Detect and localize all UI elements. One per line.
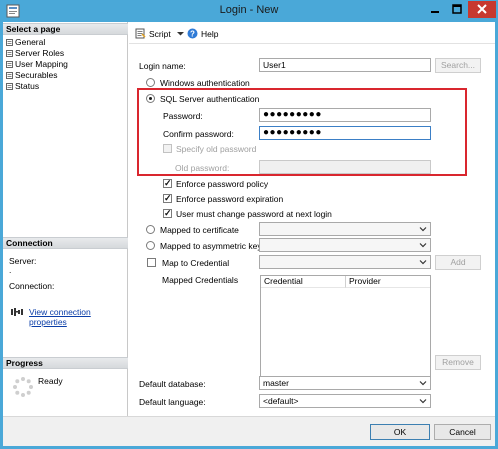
windows-auth-label: Windows authentication	[160, 78, 250, 88]
page-item-server-roles[interactable]: Server Roles	[6, 48, 64, 59]
mapped-asymmetric-radio[interactable]	[146, 241, 155, 250]
progress-header: Progress	[3, 357, 128, 369]
toolbar: Script ? Help	[129, 22, 495, 44]
mapped-credentials-label: Mapped Credentials	[162, 275, 239, 285]
cancel-button[interactable]: Cancel	[434, 424, 491, 440]
maximize-button[interactable]	[446, 1, 468, 18]
svg-text:?: ?	[190, 29, 195, 38]
dialog-button-bar: OK Cancel	[3, 416, 495, 446]
close-button[interactable]	[468, 1, 496, 18]
default-language-value: <default>	[263, 396, 299, 406]
minimize-button[interactable]	[424, 1, 446, 18]
server-value: .	[9, 265, 12, 275]
help-label: Help	[201, 28, 219, 39]
login-name-input[interactable]: User1	[259, 58, 431, 72]
old-password-input[interactable]	[259, 160, 431, 174]
server-label: Server:	[9, 256, 37, 266]
login-new-window: Login - New Select a page General Server…	[0, 0, 498, 449]
view-connection-properties-link[interactable]: View connection properties	[29, 307, 127, 327]
page-item-user-mapping[interactable]: User Mapping	[6, 59, 68, 70]
chevron-down-icon	[419, 399, 427, 404]
sql-auth-radio[interactable]	[146, 94, 155, 103]
chevron-down-icon	[419, 381, 427, 386]
add-button[interactable]: Add	[435, 255, 481, 270]
dialog-client: Select a page General Server Roles User …	[3, 22, 495, 446]
must-change-label: User must change password at next login	[176, 209, 332, 219]
remove-button[interactable]: Remove	[435, 355, 481, 370]
mapped-asymmetric-label: Mapped to asymmetric key	[160, 241, 262, 251]
default-database-value: master	[263, 378, 289, 388]
page-label: Server Roles	[15, 48, 65, 58]
mapped-credentials-grid[interactable]: Credential Provider	[260, 275, 431, 390]
connection-label: Connection:	[9, 281, 55, 291]
ok-button[interactable]: OK	[370, 424, 430, 440]
enforce-expiration-label: Enforce password expiration	[176, 194, 284, 204]
page-icon	[6, 72, 13, 79]
specify-old-password-label: Specify old password	[176, 144, 257, 154]
login-name-label: Login name:	[139, 61, 186, 71]
chevron-down-icon	[419, 243, 427, 248]
specify-old-password-checkbox[interactable]	[163, 144, 172, 153]
password-input[interactable]: ●●●●●●●●●	[259, 108, 431, 122]
chevron-down-icon[interactable]	[176, 30, 185, 37]
script-button[interactable]: Script	[135, 28, 185, 39]
page-item-securables[interactable]: Securables	[6, 70, 58, 81]
page-icon	[6, 61, 13, 68]
enforce-policy-checkbox[interactable]	[163, 179, 172, 188]
connection-header: Connection	[3, 237, 128, 249]
enforce-expiration-checkbox[interactable]	[163, 194, 172, 203]
connection-properties-icon	[11, 308, 23, 316]
chevron-down-icon	[419, 227, 427, 232]
page-label: Status	[15, 81, 40, 91]
close-icon	[477, 4, 487, 14]
mapped-certificate-radio[interactable]	[146, 225, 155, 234]
main-panel: Script ? Help Login name: User1 Search..…	[129, 22, 495, 416]
confirm-password-input[interactable]: ●●●●●●●●●	[259, 126, 431, 140]
password-label: Password:	[163, 111, 203, 121]
minimize-icon	[431, 11, 439, 13]
page-item-general[interactable]: General	[6, 37, 45, 48]
default-language-label: Default language:	[139, 397, 206, 407]
script-label: Script	[149, 28, 171, 39]
title-bar[interactable]: Login - New	[0, 0, 498, 22]
grid-header-credential: Credential	[261, 276, 346, 288]
confirm-password-label: Confirm password:	[163, 129, 234, 139]
page-icon	[6, 50, 13, 57]
page-icon	[6, 83, 13, 90]
asymmetric-key-combo[interactable]	[259, 238, 431, 252]
page-label: Securables	[15, 70, 58, 80]
page-label: User Mapping	[15, 59, 68, 69]
mapped-certificate-label: Mapped to certificate	[160, 225, 239, 235]
maximize-icon	[452, 4, 462, 14]
old-password-label: Old password:	[175, 163, 230, 173]
map-credential-label: Map to Credential	[162, 258, 230, 268]
map-credential-checkbox[interactable]	[147, 258, 156, 267]
default-database-label: Default database:	[139, 379, 206, 389]
grid-header-provider: Provider	[346, 276, 430, 288]
help-button[interactable]: ? Help	[187, 28, 218, 39]
page-icon	[6, 39, 13, 46]
select-page-header: Select a page	[3, 23, 128, 35]
search-button[interactable]: Search...	[435, 58, 481, 73]
script-icon	[135, 28, 146, 39]
progress-spinner-icon	[13, 377, 33, 397]
default-language-combo[interactable]: <default>	[259, 394, 431, 408]
left-panel: Select a page General Server Roles User …	[3, 22, 128, 416]
certificate-combo[interactable]	[259, 222, 431, 236]
progress-status: Ready	[38, 376, 63, 386]
page-label: General	[15, 37, 46, 47]
chevron-down-icon	[419, 260, 427, 265]
credential-combo[interactable]	[259, 255, 431, 269]
default-database-combo[interactable]: master	[259, 376, 431, 390]
windows-auth-radio[interactable]	[146, 78, 155, 87]
enforce-policy-label: Enforce password policy	[176, 179, 269, 189]
help-icon: ?	[187, 28, 198, 39]
must-change-checkbox[interactable]	[163, 209, 172, 218]
page-item-status[interactable]: Status	[6, 81, 39, 92]
sql-auth-label: SQL Server authentication	[160, 94, 260, 104]
